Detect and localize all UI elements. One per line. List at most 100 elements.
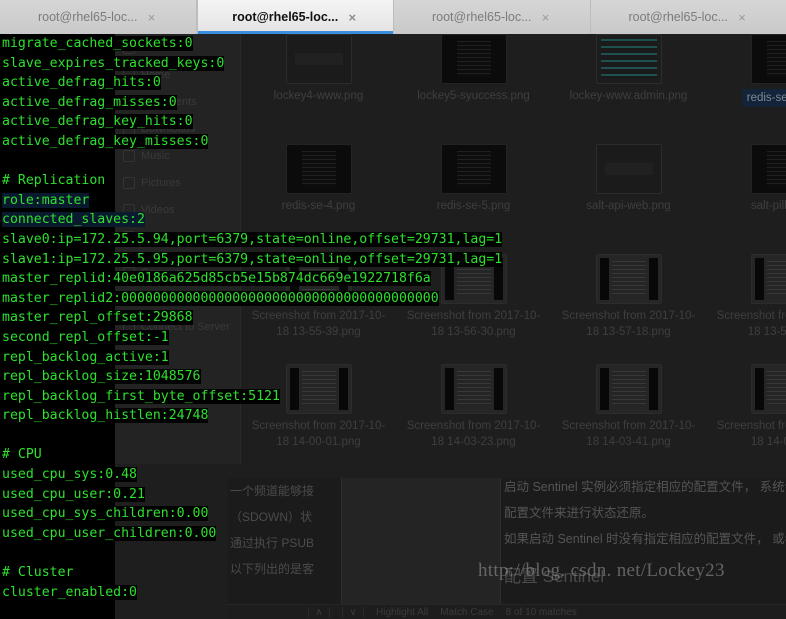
place-item[interactable]: Connect to Server (115, 313, 240, 340)
place-label: Videos (141, 203, 175, 216)
place-label: Connect to Server (141, 320, 230, 333)
file-item[interactable]: lockey4-www.png (241, 34, 396, 104)
match-case-toggle[interactable]: Match Case (440, 607, 493, 618)
tab-label: root@rhel65-loc... (431, 10, 532, 24)
thumbnail-content (301, 371, 336, 407)
file-name-label: Screenshot from 2017-10-18 13-57-18.png (561, 310, 696, 338)
place-item[interactable]: Videos (115, 196, 240, 223)
place-item[interactable]: Trash (115, 223, 240, 250)
place-item[interactable]: Downloads (115, 115, 240, 142)
terminal-tab-1[interactable]: root@rhel65-loc... × (196, 0, 394, 34)
terminal-tab-bar[interactable]: root@rhel65-loc... × root@rhel65-loc... × ro… (0, 0, 786, 34)
find-bar[interactable]: ∧ ∨ Highlight All Match Case 8 of 10 mat… (228, 604, 786, 619)
match-count-label: 8 of 10 matches (505, 606, 577, 618)
downloads-icon (123, 122, 135, 135)
place-item[interactable]: Documents (115, 88, 240, 115)
tab-label: root@rhel65-loc... (232, 10, 339, 24)
watermark: http://blog. csdn. net/Lockey23 (478, 560, 725, 581)
place-label: Music (141, 149, 170, 162)
thumbnail-content (766, 371, 786, 407)
thumbnail-content (301, 151, 336, 187)
file-name-label: lockey4-www.png (273, 90, 364, 102)
file-name-label: salt-pillar-it... (750, 200, 786, 212)
terminal-tab-0[interactable]: root@rhel65-loc... × (0, 0, 197, 34)
file-thumbnail (595, 254, 662, 304)
file-thumbnail (285, 34, 352, 84)
doc-line: 通过执行 PSUB (230, 536, 315, 550)
tab-close-icon[interactable]: × (736, 11, 748, 24)
home-icon (123, 68, 135, 81)
file-item[interactable]: Screenshot from 2017-10-18 14-04-16. (706, 364, 786, 450)
file-item[interactable]: redis-se-5.png (396, 144, 551, 214)
file-icon-grid[interactable]: lockey4-www.png lockey5-syuccess.png locke… (241, 34, 786, 479)
file-name-label: redis-se-3.png (741, 89, 786, 107)
doc-line: 一个频道能够接 (230, 484, 315, 498)
computer-icon (123, 266, 135, 279)
file-thumbnail (440, 254, 507, 304)
tab-close-icon[interactable]: × (146, 11, 158, 24)
file-item[interactable]: Screenshot from 2017-10-18 13-55-39.png (241, 254, 396, 340)
find-prev-button[interactable]: ∧ (308, 606, 330, 618)
place-label: Pictures (141, 176, 181, 189)
places-sidebar[interactable]: Recent Home Documents Downloads Music Pi… (115, 34, 241, 464)
file-name-label: Screenshot from 2017-10-18 13-55-39.png (251, 310, 386, 338)
highlight-all-toggle[interactable]: Highlight All (376, 607, 428, 618)
thumbnail-content (604, 163, 653, 175)
place-item[interactable]: Computer (115, 259, 240, 286)
file-item[interactable]: Screenshot from 2017-10-18 14-00-01.png (241, 364, 396, 450)
file-item[interactable]: salt-pillar-it... (706, 144, 786, 214)
file-thumbnail (440, 144, 507, 194)
file-item[interactable]: lockey5-syuccess.png (396, 34, 551, 104)
file-item[interactable]: Screenshot from 2017-10-18 13-57-18.png (551, 254, 706, 340)
tab-label: root@rhel65-loc... (628, 10, 729, 24)
file-thumbnail (285, 364, 352, 414)
thumbnail-content (766, 261, 786, 297)
documents-icon (123, 95, 135, 108)
thumbnail-content (456, 41, 491, 77)
thumbnail-content (766, 41, 786, 77)
place-label: Recent (141, 41, 176, 54)
thumbnail-content (600, 39, 657, 79)
tab-close-icon[interactable]: × (540, 11, 552, 24)
trash-icon (123, 230, 135, 243)
file-thumbnail (595, 34, 662, 84)
file-thumbnail (750, 254, 786, 304)
thumbnail-content (611, 261, 646, 297)
file-item[interactable]: lockey-www.admin.png (551, 34, 706, 104)
file-item[interactable]: redis-se-4.png (241, 144, 396, 214)
file-name-label: redis-se-4.png (281, 200, 356, 212)
file-name-label: lockey5-syuccess.png (417, 90, 530, 102)
place-item[interactable]: Music (115, 142, 240, 169)
file-item[interactable]: Screenshot from 2017-10-18 14-03-23.png (396, 364, 551, 450)
browser-document-window: 一个频道能够接 （SDOWN）状 通过执行 PSUB 以下列出的是客 启动 Se… (228, 478, 786, 619)
file-item[interactable]: Screenshot from 2017-10-18 13-56-30.png (396, 254, 551, 340)
doc-line: 启动 Sentinel 实例必须指定相应的配置文件， 系统会使 (504, 480, 786, 494)
doc-line: （SDOWN）状 (230, 510, 312, 524)
thumbnail-content (456, 371, 491, 407)
doc-line: 以下列出的是客 (230, 562, 315, 576)
file-thumbnail (595, 364, 662, 414)
file-item[interactable]: salt-api-web.png (551, 144, 706, 214)
place-item[interactable]: Pictures (115, 169, 240, 196)
place-item[interactable]: Home (115, 61, 240, 88)
tab-close-icon[interactable]: × (346, 11, 358, 24)
find-next-button[interactable]: ∨ (342, 606, 364, 618)
terminal-tab-2[interactable]: root@rhel65-loc... × (394, 0, 591, 34)
place-label: Computer (141, 266, 190, 279)
file-name-label: Screenshot from 2017-10-18 13-58-23... (716, 310, 786, 338)
file-name-label: lockey-www.admin.png (569, 90, 688, 102)
place-item[interactable]: Browse Network (115, 286, 240, 313)
thumbnail-content (766, 151, 786, 187)
terminal-tab-3[interactable]: root@rhel65-loc... × (590, 0, 786, 34)
file-item[interactable]: redis-se-3.png (706, 34, 786, 107)
file-thumbnail (285, 144, 352, 194)
place-item[interactable]: Recent (115, 34, 240, 61)
file-item[interactable]: Screenshot from 2017-10-18 13-58-23... (706, 254, 786, 340)
thumbnail-content (456, 261, 491, 297)
file-name-label: Screenshot from 2017-10-18 14-03-41.png (561, 420, 696, 448)
thumbnail-content (301, 261, 336, 297)
file-item[interactable]: Screenshot from 2017-10-18 14-03-41.png (551, 364, 706, 450)
file-thumbnail (750, 364, 786, 414)
thumbnail-content (294, 53, 343, 65)
place-label: Trash (141, 230, 169, 243)
